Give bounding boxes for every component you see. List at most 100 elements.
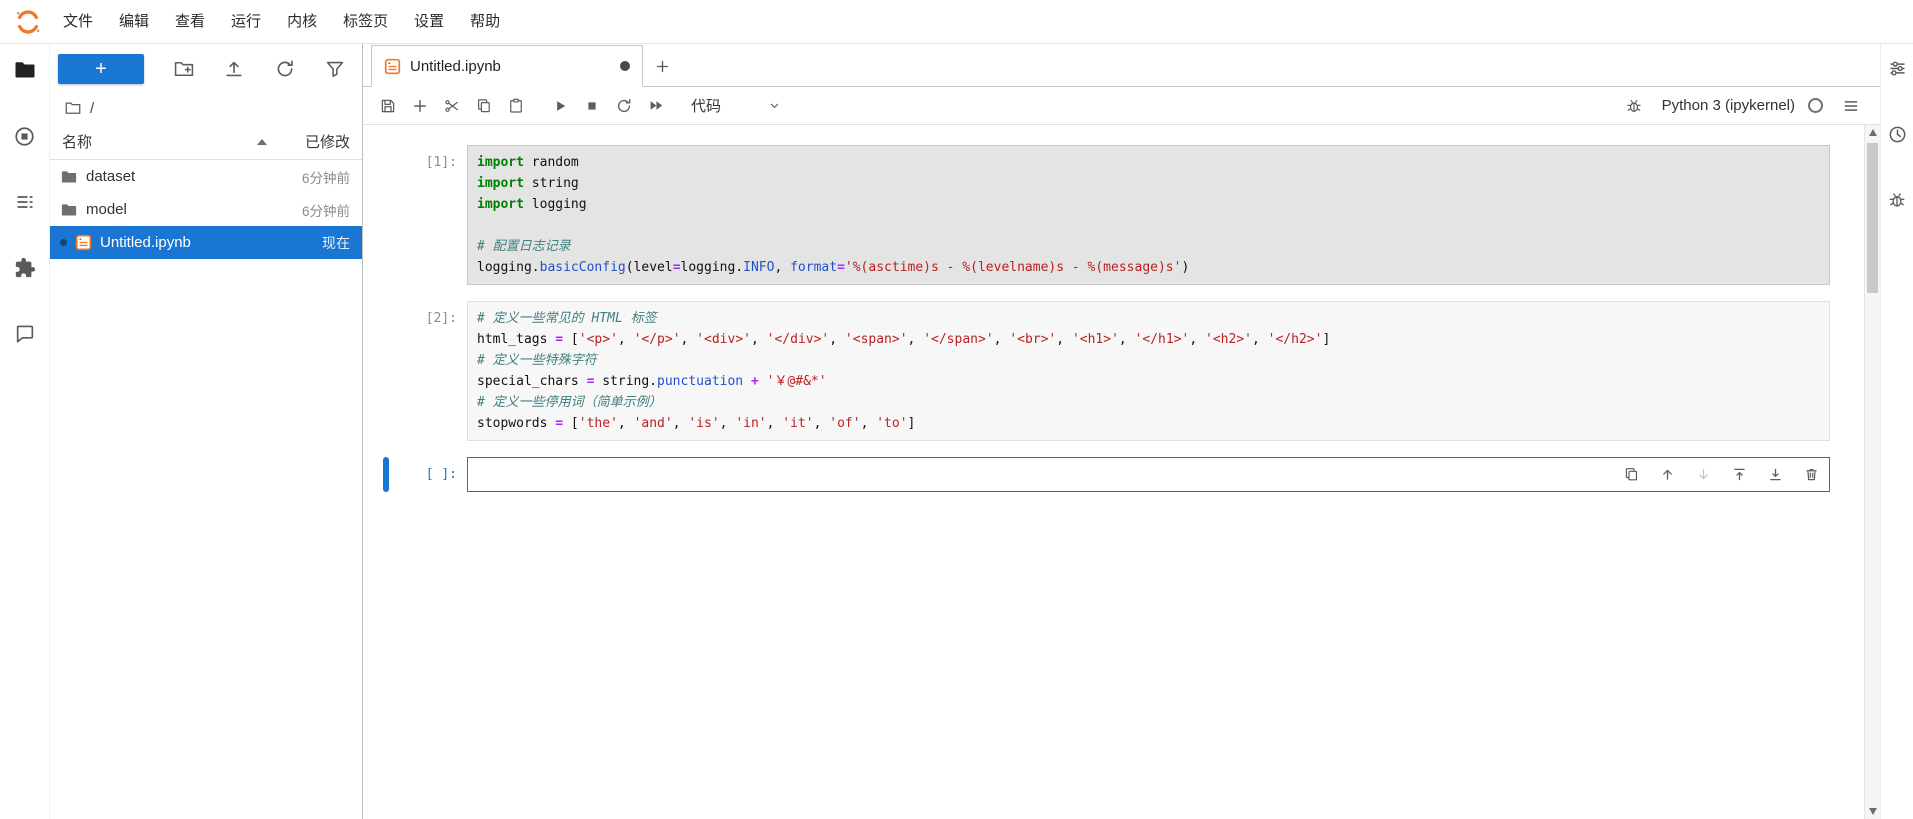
code-token: # 配置日志记录 [477,239,571,254]
new-launcher-button[interactable]: + [58,54,144,84]
code-line: # 定义一些常见的 HTML 标签 [477,308,1820,329]
code-token: = [555,332,564,347]
column-name-label: 名称 [62,134,93,151]
restart-kernel-button[interactable] [609,92,639,120]
insert-cell-above-button[interactable] [1729,465,1749,485]
code-token: , [813,416,830,431]
code-token: '</p>' [633,332,681,347]
code-token: '</span>' [923,332,994,347]
home-folder-icon [64,99,82,117]
running-sessions-icon[interactable] [12,123,38,149]
menu-items: 文件 编辑 查看 运行 内核 标签页 设置 帮助 [50,0,513,43]
code-token: logging. [680,260,744,275]
duplicate-cell-button[interactable] [1621,465,1641,485]
menu-view[interactable]: 查看 [162,13,218,30]
code-token: INFO [743,260,775,275]
move-cell-up-button[interactable] [1657,465,1677,485]
code-token: '<span>' [844,332,908,347]
filter-button[interactable] [324,58,346,80]
code-area: # 定义一些常见的 HTML 标签 html_tags = ['<p>', '</… [477,308,1820,434]
code-token: '%(asctime)s - %(levelname)s - %(message… [844,260,1182,275]
kernel-name-button[interactable]: Python 3 (ipykernel) [1662,97,1795,114]
code-line: html_tags = ['<p>', '</p>', '<div>', '</… [477,329,1820,350]
column-header-modified[interactable]: 已修改 [305,131,350,152]
paste-cells-button[interactable] [501,92,531,120]
menu-help[interactable]: 帮助 [457,13,513,30]
toolbar-menu-button[interactable] [1836,92,1866,120]
code-token: , [750,332,767,347]
breadcrumb[interactable]: / [50,92,362,124]
new-tab-button[interactable] [643,46,681,86]
chat-icon[interactable] [12,321,38,347]
table-of-contents-icon[interactable] [12,189,38,215]
code-token: , [1056,332,1072,347]
file-row-dataset[interactable]: dataset 6分钟前 [50,160,362,193]
cell-collapser[interactable] [383,457,389,492]
file-row-untitled-ipynb[interactable]: Untitled.ipynb 现在 [50,226,362,259]
delete-cell-button[interactable] [1801,465,1821,485]
code-token: basicConfig [539,260,626,275]
scroll-up-arrow[interactable] [1868,129,1877,136]
insert-cell-below-button[interactable] [1765,465,1785,485]
file-browser-tab-icon[interactable] [12,57,38,83]
jupyter-logo-icon [10,6,46,38]
upload-button[interactable] [223,58,245,80]
interrupt-kernel-button[interactable] [577,92,607,120]
new-folder-button[interactable] [173,58,195,80]
debugger-sidebar-icon[interactable] [1885,188,1909,212]
menu-file[interactable]: 文件 [50,13,106,30]
code-line: # 配置日志记录 [477,236,1820,257]
code-token: string [523,176,579,191]
chevron-down-icon [767,98,782,113]
usage-monitor-icon[interactable] [1885,122,1909,146]
cell-collapser[interactable] [383,145,389,285]
unsaved-changes-dot[interactable] [620,61,630,71]
code-token: format [790,260,838,275]
restart-run-all-button[interactable] [641,92,671,120]
breadcrumb-root: / [90,99,95,117]
code-token: '￥@#&*' [766,374,827,389]
menu-edit[interactable]: 编辑 [106,13,162,30]
code-token: '</h2>' [1267,332,1323,347]
cut-cells-button[interactable] [437,92,467,120]
code-cell-editor[interactable] [467,457,1830,492]
save-button[interactable] [373,92,403,120]
extension-manager-icon[interactable] [12,255,38,281]
insert-cell-button[interactable] [405,92,435,120]
code-cell-editor[interactable]: import random import string import logging… [467,145,1830,285]
code-token: [ [563,332,579,347]
copy-cells-button[interactable] [469,92,499,120]
file-browser-toolbar: + [50,44,362,92]
menu-kernel[interactable]: 内核 [274,13,330,30]
menu-run[interactable]: 运行 [218,13,274,30]
menu-tabs[interactable]: 标签页 [330,13,401,30]
cell-type-dropdown[interactable]: 代码 [685,93,788,118]
running-kernel-dot [60,239,67,246]
scrollbar-thumb[interactable] [1867,143,1878,293]
code-cell-editor[interactable]: # 定义一些常见的 HTML 标签 html_tags = ['<p>', '</… [467,301,1830,441]
menu-settings[interactable]: 设置 [401,13,457,30]
debugger-toggle-icon[interactable] [1619,92,1649,120]
scroll-down-arrow[interactable] [1868,808,1877,815]
code-token: + [750,374,759,389]
file-modified-time: 6分钟前 [301,203,350,219]
code-token: import [477,155,524,170]
notebook-file-icon [384,58,401,75]
right-activity-bar [1880,44,1913,819]
code-token: 'is' [688,416,720,431]
column-header-name[interactable]: 名称 [62,131,267,152]
tab-untitled-ipynb[interactable]: Untitled.ipynb [371,45,643,87]
move-cell-down-button[interactable] [1693,465,1713,485]
code-token: [ [563,416,579,431]
property-inspector-icon[interactable] [1885,56,1909,80]
cell-collapser[interactable] [383,301,389,441]
file-name: Untitled.ipynb [100,234,191,251]
plus-icon [654,58,671,75]
run-button[interactable] [545,92,575,120]
file-row-model[interactable]: model 6分钟前 [50,193,362,226]
refresh-button[interactable] [274,58,296,80]
code-token: stopwords [477,416,556,431]
tab-title: Untitled.ipynb [410,57,501,75]
code-token: 'the' [578,416,618,431]
